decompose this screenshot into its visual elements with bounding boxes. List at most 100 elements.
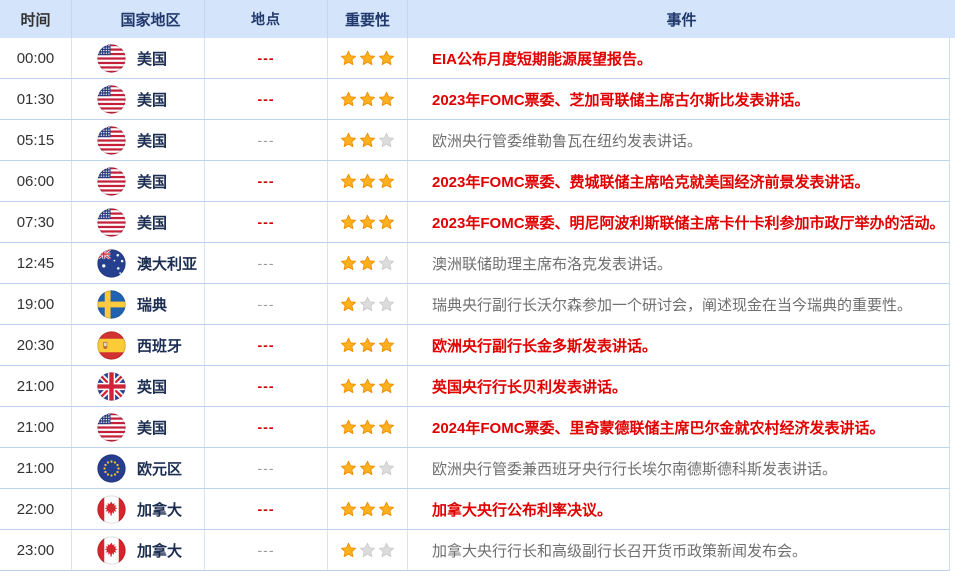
event-text: 欧洲央行管委兼西班牙央行行长埃尔南德斯德科斯发表讲话。 <box>408 448 949 488</box>
event-text: 2023年FOMC票委、费城联储主席哈克就美国经济前景发表讲话。 <box>408 161 949 201</box>
star-icon <box>378 419 395 436</box>
country-name: 瑞典 <box>137 294 167 315</box>
star-icon <box>378 501 395 518</box>
calendar-row[interactable]: 23:00 加拿大 --- 加拿大央行行长和高级副行长召开货币政策新闻发布会。 <box>0 530 949 571</box>
importance-stars <box>328 530 408 570</box>
star-icon <box>378 460 395 477</box>
star-icon <box>359 378 376 395</box>
importance-stars <box>328 79 408 119</box>
calendar-row[interactable]: 05:15 美国 --- 欧洲央行管委维勒鲁瓦在纽约发表讲话。 <box>0 120 949 161</box>
star-icon <box>340 173 357 190</box>
calendar-row[interactable]: 20:30 西班牙 --- 欧洲央行副行长金多斯发表讲话。 <box>0 325 949 366</box>
country-cell: 美国 <box>72 161 205 201</box>
location-cell: --- <box>205 448 328 488</box>
flag-united-states-icon <box>97 208 126 237</box>
event-text: 加拿大央行行长和高级副行长召开货币政策新闻发布会。 <box>408 530 949 570</box>
event-text: EIA公布月度短期能源展望报告。 <box>408 38 949 78</box>
calendar-row[interactable]: 12:45 澳大利亚 --- 澳洲联储助理主席布洛克发表讲话。 <box>0 243 949 284</box>
country-name: 美国 <box>137 212 167 233</box>
location-cell: --- <box>205 79 328 119</box>
event-time: 22:00 <box>0 489 72 529</box>
calendar-row[interactable]: 00:00 美国 --- EIA公布月度短期能源展望报告。 <box>0 38 949 79</box>
event-time: 23:00 <box>0 530 72 570</box>
country-cell: 美国 <box>72 407 205 447</box>
country-name: 澳大利亚 <box>137 253 197 274</box>
importance-stars <box>328 161 408 201</box>
event-time: 12:45 <box>0 243 72 283</box>
star-icon <box>340 542 357 559</box>
importance-stars <box>328 284 408 324</box>
event-time: 21:00 <box>0 366 72 406</box>
star-icon <box>359 173 376 190</box>
event-text: 瑞典央行副行长沃尔森参加一个研讨会，阐述现金在当今瑞典的重要性。 <box>408 284 949 324</box>
star-icon <box>359 542 376 559</box>
country-name: 美国 <box>137 130 167 151</box>
calendar-row[interactable]: 21:00 美国 --- 2024年FOMC票委、里奇蒙德联储主席巴尔金就农村经… <box>0 407 949 448</box>
star-icon <box>378 542 395 559</box>
star-icon <box>378 50 395 67</box>
calendar-row[interactable]: 06:00 美国 --- 2023年FOMC票委、费城联储主席哈克就美国经济前景… <box>0 161 949 202</box>
star-icon <box>359 337 376 354</box>
event-text: 欧洲央行管委维勒鲁瓦在纽约发表讲话。 <box>408 120 949 160</box>
star-icon <box>359 296 376 313</box>
country-cell: 欧元区 <box>72 448 205 488</box>
importance-stars <box>328 407 408 447</box>
star-icon <box>340 255 357 272</box>
economic-calendar: 时间 国家地区 地点 重要性 事件 00:00 美国 --- EIA公布月度短期… <box>0 0 955 571</box>
header-country: 国家地区 <box>72 0 205 38</box>
event-time: 19:00 <box>0 284 72 324</box>
event-text: 英国央行行长贝利发表讲话。 <box>408 366 949 406</box>
country-cell: 美国 <box>72 38 205 78</box>
calendar-row[interactable]: 19:00 瑞典 --- 瑞典央行副行长沃尔森参加一个研讨会，阐述现金在当今瑞典… <box>0 284 949 325</box>
event-text: 2023年FOMC票委、明尼阿波利斯联储主席卡什卡利参加市政厅举办的活动。 <box>408 202 949 242</box>
location-cell: --- <box>205 202 328 242</box>
country-name: 美国 <box>137 417 167 438</box>
flag-united-states-icon <box>97 167 126 196</box>
importance-stars <box>328 120 408 160</box>
header-importance: 重要性 <box>328 0 408 38</box>
location-cell: --- <box>205 161 328 201</box>
calendar-row[interactable]: 01:30 美国 --- 2023年FOMC票委、芝加哥联储主席古尔斯比发表讲话… <box>0 79 949 120</box>
star-icon <box>340 91 357 108</box>
country-cell: 澳大利亚 <box>72 243 205 283</box>
country-name: 加拿大 <box>137 499 182 520</box>
flag-united-states-icon <box>97 413 126 442</box>
calendar-row[interactable]: 22:00 加拿大 --- 加拿大央行公布利率决议。 <box>0 489 949 530</box>
star-icon <box>359 91 376 108</box>
location-cell: --- <box>205 407 328 447</box>
event-time: 06:00 <box>0 161 72 201</box>
star-icon <box>378 132 395 149</box>
star-icon <box>340 132 357 149</box>
country-name: 英国 <box>137 376 167 397</box>
country-cell: 美国 <box>72 79 205 119</box>
country-cell: 加拿大 <box>72 489 205 529</box>
table-body: 00:00 美国 --- EIA公布月度短期能源展望报告。 01:30 美国 -… <box>0 38 950 571</box>
location-cell: --- <box>205 530 328 570</box>
country-cell: 瑞典 <box>72 284 205 324</box>
star-icon <box>340 460 357 477</box>
location-cell: --- <box>205 38 328 78</box>
header-time: 时间 <box>0 0 72 38</box>
star-icon <box>340 296 357 313</box>
flag-united-states-icon <box>97 126 126 155</box>
country-cell: 英国 <box>72 366 205 406</box>
star-icon <box>340 50 357 67</box>
importance-stars <box>328 243 408 283</box>
importance-stars <box>328 366 408 406</box>
flag-united-states-icon <box>97 44 126 73</box>
importance-stars <box>328 448 408 488</box>
country-cell: 美国 <box>72 202 205 242</box>
calendar-row[interactable]: 21:00 欧元区 --- 欧洲央行管委兼西班牙央行行长埃尔南德斯德科斯发表讲话… <box>0 448 949 489</box>
calendar-row[interactable]: 07:30 美国 --- 2023年FOMC票委、明尼阿波利斯联储主席卡什卡利参… <box>0 202 949 243</box>
table-header: 时间 国家地区 地点 重要性 事件 <box>0 0 955 38</box>
flag-spain-icon <box>97 331 126 360</box>
country-cell: 美国 <box>72 120 205 160</box>
calendar-row[interactable]: 21:00 英国 --- 英国央行行长贝利发表讲话。 <box>0 366 949 407</box>
star-icon <box>359 255 376 272</box>
star-icon <box>378 214 395 231</box>
event-text: 2024年FOMC票委、里奇蒙德联储主席巴尔金就农村经济发表讲话。 <box>408 407 949 447</box>
location-cell: --- <box>205 120 328 160</box>
country-name: 美国 <box>137 48 167 69</box>
flag-canada-icon <box>97 495 126 524</box>
flag-united-kingdom-icon <box>97 372 126 401</box>
